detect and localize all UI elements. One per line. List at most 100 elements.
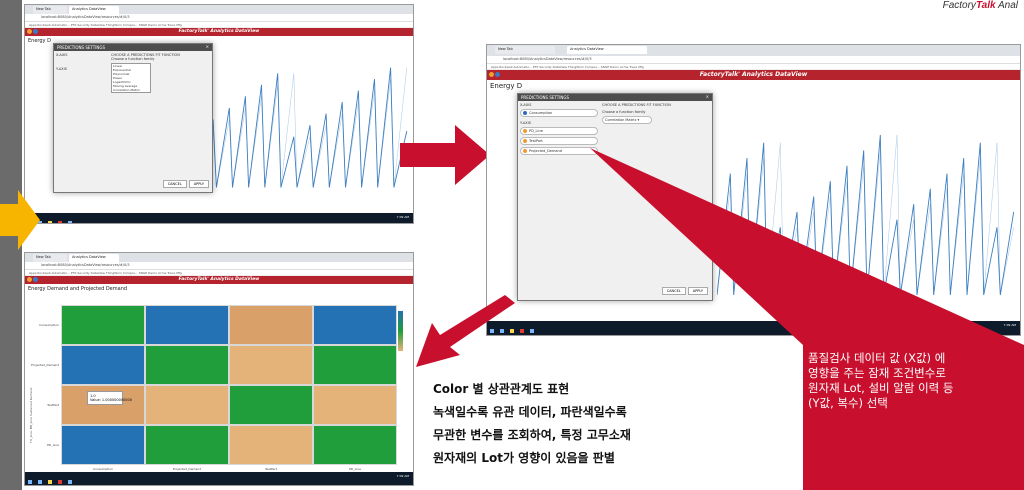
correlation-heatmap: Consumption Projected_Demand TestPart PD_Li… bbox=[31, 305, 397, 471]
tab-new[interactable]: New Tab bbox=[33, 6, 67, 14]
fit-title-2: CHOOSE A PREDICTIONS FIT FUNCTION bbox=[602, 103, 671, 107]
heatmap-cell[interactable] bbox=[61, 425, 145, 465]
app-header-2: FactoryTalk' Analytics DataView bbox=[487, 70, 1020, 80]
dialog-header: PREDICTIONS SETTINGS × bbox=[54, 44, 212, 51]
y-axis-chip[interactable]: TestPart bbox=[520, 137, 598, 145]
variable-dot-icon bbox=[523, 139, 527, 143]
app-logo-dots-2 bbox=[489, 71, 501, 81]
caption-line: 녹색일수록 유관 데이터, 파란색일수록 bbox=[433, 405, 627, 419]
page-title-3: Energy Demand and Projected Demand bbox=[28, 286, 128, 292]
x-axis-chip[interactable]: Consumption bbox=[520, 109, 598, 117]
y-chip-label: TestPart bbox=[529, 139, 543, 143]
heatmap-tooltip: 1.0 Value: 1.000000000000 bbox=[87, 391, 132, 405]
callout-pointer bbox=[590, 148, 1024, 345]
clock-3: 7:09 AM bbox=[396, 474, 409, 478]
address-bar-3[interactable]: localhost:8080/AnalyticsDataView/resourc… bbox=[25, 262, 413, 270]
family-select[interactable]: Correlation Matrix ▾ bbox=[602, 116, 652, 124]
callout-line: 품질검사 데이터 값 (X값) 에 bbox=[808, 351, 946, 365]
brand-suffix: Anal bbox=[995, 0, 1018, 11]
cancel-button[interactable]: CANCEL bbox=[162, 180, 187, 188]
family-select-value: Correlation Matrix bbox=[605, 118, 637, 122]
taskbar: 7:09 AM bbox=[25, 213, 413, 223]
close-icon[interactable]: × bbox=[206, 44, 209, 49]
caption-line: 무관한 변수를 조회하여, 특정 고무소재 bbox=[433, 428, 631, 442]
dialog-header-2: PREDICTIONS SETTINGS × bbox=[518, 94, 712, 101]
taskbar-3: 7:09 AM bbox=[25, 472, 413, 485]
chrome-icon-2[interactable] bbox=[520, 329, 524, 333]
app-header-3: FactoryTalk' Analytics DataView bbox=[25, 276, 413, 284]
tab-bar-2: New Tab Analytics DataView bbox=[487, 45, 1020, 56]
slide: FactoryTalk Anal New Tab Analytics DataV… bbox=[0, 0, 1024, 490]
chrome-icon-3[interactable] bbox=[58, 480, 62, 484]
callout-line: 원자재 Lot, 설비 알람 이력 등 bbox=[808, 381, 954, 395]
app-header: FactoryTalk' Analytics DataView bbox=[25, 28, 413, 36]
brand-bold: Talk bbox=[975, 0, 996, 11]
folder-icon[interactable] bbox=[48, 221, 52, 223]
tab-bar-3: New Tab Analytics DataView bbox=[25, 253, 413, 262]
heatmap-cell[interactable] bbox=[145, 385, 229, 425]
dialog-title: PREDICTIONS SETTINGS bbox=[57, 45, 106, 50]
heatmap-cell[interactable] bbox=[61, 305, 145, 345]
apply-button[interactable]: APPLY bbox=[188, 180, 209, 188]
tab-new-2[interactable]: New Tab bbox=[495, 46, 555, 54]
variable-dot-icon bbox=[523, 111, 527, 115]
y-axis-chip[interactable]: Projected_Demand bbox=[520, 147, 598, 155]
tab-analytics[interactable]: Analytics DataView bbox=[69, 6, 119, 14]
heatmap-cell[interactable] bbox=[229, 345, 313, 385]
search-icon-3[interactable] bbox=[38, 480, 42, 484]
y-chip-label: PD_Line bbox=[529, 129, 543, 133]
page-title-2: Energy D bbox=[490, 82, 523, 90]
caption-line: Color 별 상관관계도 표현 bbox=[433, 382, 570, 396]
dialog-title-2: PREDICTIONS SETTINGS bbox=[521, 95, 570, 100]
tab-analytics-3[interactable]: Analytics DataView bbox=[69, 254, 119, 262]
x-axis-label-2: X-AXIS bbox=[520, 103, 532, 107]
callout-line: 영향을 주는 잠재 조건변수로 bbox=[808, 366, 946, 380]
variable-dot-icon bbox=[523, 149, 527, 153]
red-arrow-right bbox=[400, 125, 490, 185]
heatmap-col-label: TestPart bbox=[265, 467, 277, 471]
family-label-2: Choose a function family bbox=[602, 110, 646, 114]
tab-new-3[interactable]: New Tab bbox=[33, 254, 67, 262]
heatmap-cell[interactable] bbox=[313, 345, 397, 385]
heatmap-cell[interactable] bbox=[313, 305, 397, 345]
heatmap-cell[interactable] bbox=[145, 305, 229, 345]
folder-icon-3[interactable] bbox=[48, 480, 52, 484]
heatmap-cell[interactable] bbox=[313, 385, 397, 425]
family-label: Choose a function family bbox=[111, 57, 155, 61]
app-icon[interactable] bbox=[68, 221, 72, 223]
app-icon-2[interactable] bbox=[530, 329, 534, 333]
chrome-icon[interactable] bbox=[58, 221, 62, 223]
app-title-3: FactoryTalk' Analytics DataView bbox=[178, 277, 260, 282]
heatmap-cell[interactable] bbox=[61, 345, 145, 385]
heatmap-cell[interactable] bbox=[229, 385, 313, 425]
heatmap-cell[interactable] bbox=[229, 305, 313, 345]
callout-box: 품질검사 데이터 값 (X값) 에 영향을 주는 잠재 조건변수로 원자재 Lo… bbox=[803, 345, 1024, 490]
family-dropdown-list[interactable]: Linear Exponential Polynomial Power Logarith… bbox=[111, 63, 151, 93]
heatmap-cell[interactable] bbox=[313, 425, 397, 465]
y-axis-label: Y-AXIS bbox=[56, 67, 67, 71]
y-chip-label: Projected_Demand bbox=[529, 149, 562, 153]
tab-bar: New Tab Analytics DataView bbox=[25, 5, 413, 14]
app-icon-3[interactable] bbox=[68, 480, 72, 484]
close-icon-2[interactable]: × bbox=[706, 94, 709, 99]
app-logo-dots bbox=[27, 29, 39, 38]
heatmap-legend bbox=[398, 311, 403, 351]
start-icon-3[interactable] bbox=[28, 480, 32, 484]
heatmap-col-label: Consumption bbox=[93, 467, 113, 471]
tab-analytics-2[interactable]: Analytics DataView bbox=[567, 46, 647, 54]
address-bar[interactable]: localhost:8080/AnalyticsDataView/resourc… bbox=[25, 14, 413, 22]
caption-line: 원자재의 Lot가 영향이 있음을 판별 bbox=[433, 451, 615, 465]
heatmap-cell[interactable] bbox=[145, 425, 229, 465]
heatmap-cell[interactable] bbox=[229, 425, 313, 465]
address-bar-2[interactable]: localhost:8080/AnalyticsDataView/resourc… bbox=[487, 56, 1020, 64]
heatmap-ylabel: TO_Line, BH_Line Sustained Demand bbox=[29, 387, 33, 443]
caption: Color 별 상관관계도 표현 녹색일수록 유관 데이터, 파란색일수록 무관… bbox=[433, 378, 773, 470]
browser-window-3: New Tab Analytics DataView localhost:808… bbox=[24, 252, 414, 486]
brand-prefix: Factory bbox=[942, 0, 976, 11]
y-axis-chip[interactable]: PD_Line bbox=[520, 127, 598, 135]
variable-dot-icon bbox=[523, 129, 527, 133]
y-axis-label-2: Y-AXIS bbox=[520, 121, 531, 125]
heatmap-row-label: TestPart bbox=[47, 403, 59, 407]
heatmap-cell[interactable] bbox=[145, 345, 229, 385]
family-option[interactable]: Correlation Matrix bbox=[112, 88, 150, 92]
